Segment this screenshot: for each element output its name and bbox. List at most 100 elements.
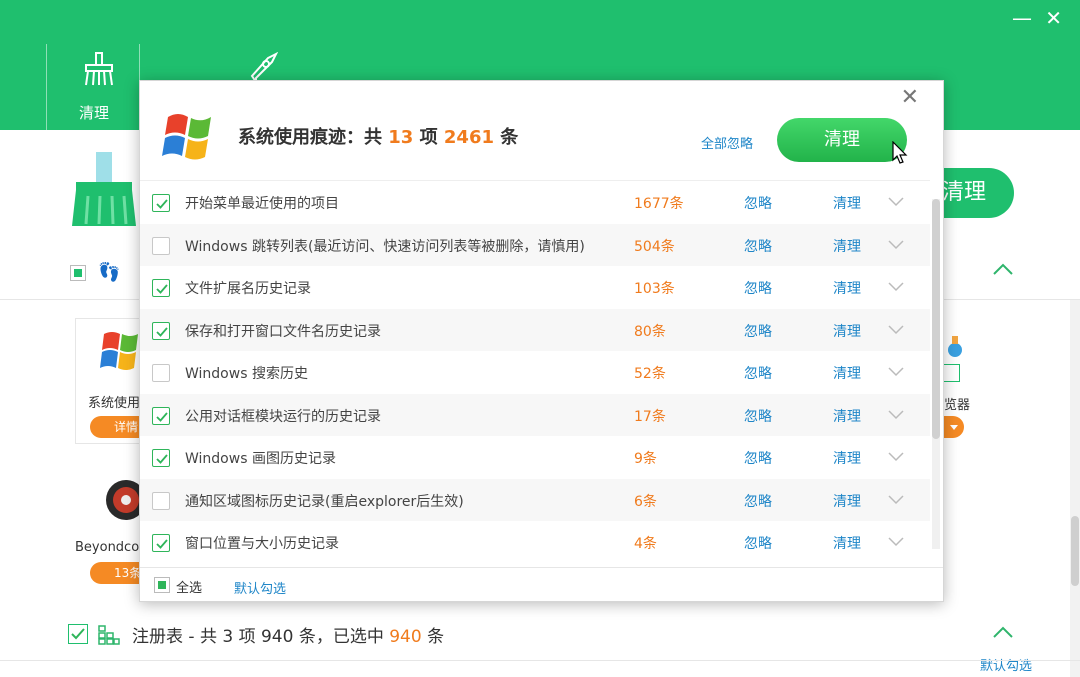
minimize-icon[interactable]: — <box>1012 6 1032 30</box>
chevron-down-icon[interactable] <box>888 409 904 420</box>
row-clean-link[interactable]: 清理 <box>833 193 861 213</box>
row-label: Windows 画图历史记录 <box>185 451 336 467</box>
trace-row[interactable]: 开始菜单最近使用的项目 1677条 忽略 清理 <box>140 181 930 224</box>
row-count: 504条 <box>634 238 675 255</box>
row-ignore-link[interactable]: 忽略 <box>744 236 772 256</box>
row-ignore-link[interactable]: 忽略 <box>744 193 772 213</box>
row-label: 开始菜单最近使用的项目 <box>185 196 339 212</box>
row-clean-link[interactable]: 清理 <box>833 278 861 298</box>
registry-chevron-up-icon[interactable] <box>992 625 1014 639</box>
row-checkbox[interactable] <box>152 364 170 382</box>
row-checkbox[interactable] <box>152 321 170 340</box>
ignore-all-link[interactable]: 全部忽略 <box>701 133 753 152</box>
row-ignore-link[interactable]: 忽略 <box>744 491 772 511</box>
chevron-down-icon[interactable] <box>888 367 904 377</box>
row-count: 80条 <box>634 323 666 340</box>
trace-row[interactable]: 窗口位置与大小历史记录 4条 忽略 清理 <box>140 521 930 564</box>
trace-row[interactable]: 公用对话框模块运行的历史记录 17条 忽略 清理 <box>140 393 930 436</box>
trace-row[interactable]: 通知区域图标历史记录(重启explorer后生效) 6条 忽略 清理 <box>140 478 930 521</box>
row-ignore-link[interactable]: 忽略 <box>744 406 772 426</box>
row-label: Windows 跳转列表(最近访问、快速访问列表等被删除，请慎用) <box>185 238 585 255</box>
row-ignore-link[interactable]: 忽略 <box>744 321 772 341</box>
row-checkbox[interactable] <box>152 534 170 552</box>
divider <box>0 660 1080 661</box>
select-all-checkbox[interactable] <box>154 577 170 593</box>
row-clean-link[interactable]: 清理 <box>833 491 861 511</box>
beyondcompare-count-button[interactable]: 13条 <box>90 562 140 584</box>
row-ignore-link[interactable]: 忽略 <box>744 278 772 298</box>
tab-clean[interactable]: 清理 <box>46 44 140 130</box>
chevron-down-icon[interactable] <box>888 494 904 505</box>
row-count: 17条 <box>634 408 666 425</box>
browser-card-label: 览器 <box>944 398 971 413</box>
chevron-down-icon[interactable] <box>888 197 904 207</box>
row-label: 文件扩展名历史记录 <box>185 281 311 297</box>
row-ignore-link[interactable]: 忽略 <box>744 533 772 553</box>
row-checkbox[interactable] <box>152 279 170 297</box>
browser-card-checkbox[interactable] <box>942 364 960 382</box>
row-ignore-link[interactable]: 忽略 <box>744 448 772 468</box>
row-count: 6条 <box>634 493 657 510</box>
chevron-down-icon[interactable] <box>888 239 904 250</box>
dialog-close-icon[interactable]: ✕ <box>901 85 919 110</box>
trace-row[interactable]: Windows 搜索历史 52条 忽略 清理 <box>140 351 930 394</box>
registry-default-check-link[interactable]: 默认勾选 <box>980 655 1032 674</box>
row-label: Windows 搜索历史 <box>185 366 308 382</box>
trace-row[interactable]: Windows 画图历史记录 9条 忽略 清理 <box>140 436 930 479</box>
window-close-icon[interactable]: ✕ <box>1045 6 1062 30</box>
trace-section-checkbox[interactable] <box>70 265 86 281</box>
registry-summary: 注册表 - 共 3 项 940 条，已选中 940 条 <box>132 627 445 647</box>
system-trace-card-label: 系统使用 <box>88 396 140 411</box>
main-scrollbar[interactable] <box>1070 300 1080 677</box>
registry-checkbox[interactable] <box>68 624 88 644</box>
row-label: 保存和打开窗口文件名历史记录 <box>185 323 381 340</box>
broom-icon <box>85 52 113 86</box>
tab-clean-label: 清理 <box>78 104 109 122</box>
dialog-footer: 全选 默认勾选 <box>140 567 943 602</box>
system-trace-detail-button[interactable]: 详情 <box>90 416 140 438</box>
row-count: 1677条 <box>634 196 684 212</box>
row-count: 103条 <box>634 281 675 297</box>
trace-row[interactable]: 保存和打开窗口文件名历史记录 80条 忽略 清理 <box>140 308 930 351</box>
beyondcompare-card-label: Beyondco <box>75 540 139 555</box>
trace-row[interactable]: 文件扩展名历史记录 103条 忽略 清理 <box>140 266 930 309</box>
row-checkbox[interactable] <box>152 236 170 255</box>
chevron-down-icon[interactable] <box>888 537 904 547</box>
browser-card-dropdown-button[interactable] <box>944 416 964 438</box>
row-clean-link[interactable]: 清理 <box>833 321 861 341</box>
row-checkbox[interactable] <box>152 406 170 425</box>
dialog-title: 系统使用痕迹：共 13 项 2461 条 <box>238 127 519 148</box>
chevron-down-icon[interactable] <box>888 282 904 292</box>
windows-logo-icon <box>162 114 211 160</box>
chevron-up-icon[interactable] <box>992 262 1014 276</box>
footprint-icon: 👣 <box>98 262 121 283</box>
select-all-label[interactable]: 全选 <box>176 577 202 596</box>
row-clean-link[interactable]: 清理 <box>833 363 861 383</box>
row-clean-link[interactable]: 清理 <box>833 533 861 553</box>
registry-icon <box>98 625 120 645</box>
trace-row[interactable]: Windows 跳转列表(最近访问、快速访问列表等被删除，请慎用) 504条 忽略 清… <box>140 223 930 266</box>
trace-item-list: 开始菜单最近使用的项目 1677条 忽略 清理 Windows 跳转列表(最近访问、快速… <box>140 180 930 567</box>
row-checkbox[interactable] <box>152 491 170 510</box>
row-count: 52条 <box>634 366 666 382</box>
row-clean-link[interactable]: 清理 <box>833 236 861 256</box>
default-select-link[interactable]: 默认勾选 <box>234 578 286 597</box>
windows-logo-icon <box>100 332 138 370</box>
chevron-down-icon[interactable] <box>888 452 904 462</box>
row-ignore-link[interactable]: 忽略 <box>744 363 772 383</box>
row-count: 4条 <box>634 536 657 552</box>
browser-app-icon <box>948 336 962 357</box>
row-label: 通知区域图标历史记录(重启explorer后生效) <box>185 493 464 510</box>
dialog-scrollbar-thumb[interactable] <box>932 199 940 439</box>
dialog-clean-button[interactable]: 清理 <box>777 118 907 162</box>
row-checkbox[interactable] <box>152 449 170 467</box>
chevron-down-icon[interactable] <box>888 324 904 335</box>
row-count: 9条 <box>634 451 657 467</box>
mouse-cursor-icon <box>892 141 908 164</box>
main-scrollbar-thumb[interactable] <box>1071 516 1079 586</box>
row-clean-link[interactable]: 清理 <box>833 448 861 468</box>
row-clean-link[interactable]: 清理 <box>833 406 861 426</box>
broom-illustration-icon <box>72 152 136 226</box>
row-label: 公用对话框模块运行的历史记录 <box>185 408 381 425</box>
row-checkbox[interactable] <box>152 194 170 212</box>
